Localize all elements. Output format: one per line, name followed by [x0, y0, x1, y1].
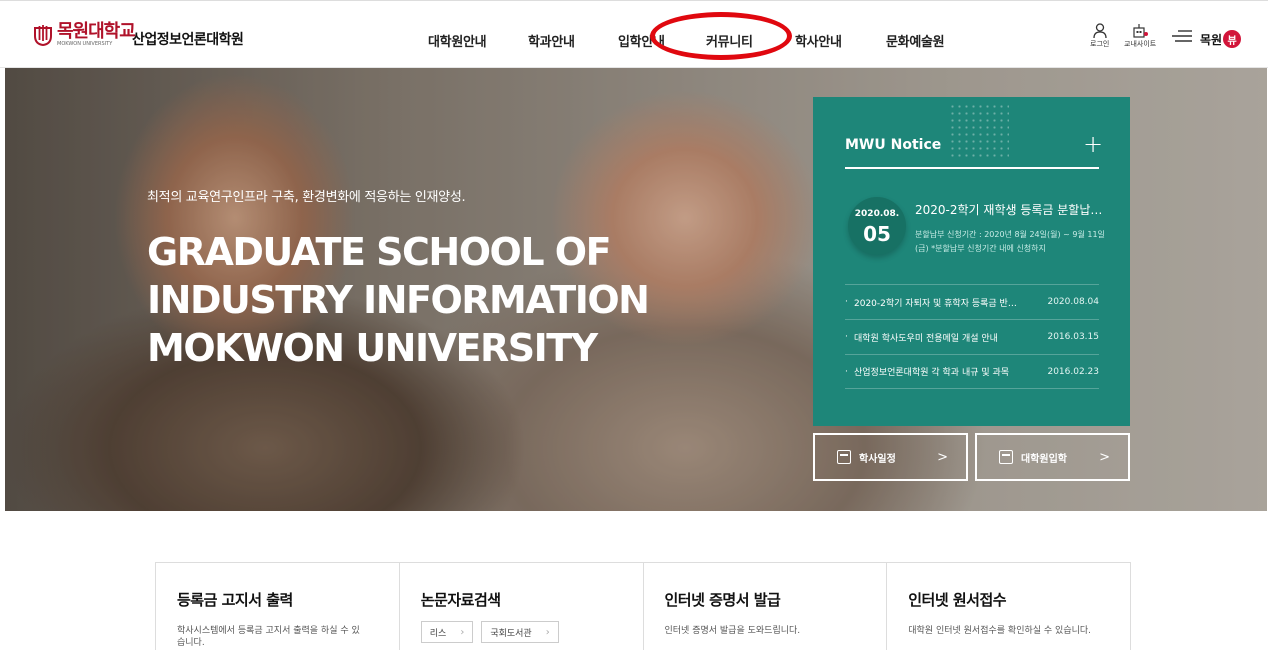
school-name[interactable]: 산업정보언론대학원 [132, 29, 244, 49]
nav-item-culture-arts[interactable]: 문화예술원 [886, 31, 945, 50]
campus-site-label: 교내사이트 [1124, 40, 1157, 48]
chevron-right-icon: › [460, 626, 465, 638]
university-logo[interactable]: 목원대학교 MOKWON UNIVERSITY [33, 21, 136, 47]
hero-title-line: GRADUATE SCHOOL OF [147, 230, 612, 274]
notice-list-item[interactable]: · 2020-2학기 자퇴자 및 휴학자 등록금 반환 안내 2020.08.0… [845, 284, 1099, 319]
campus-site-button[interactable]: 교내사이트 [1124, 23, 1156, 49]
featured-notice-title[interactable]: 2020-2학기 재학생 등록금 분할납부 신청 안내 [915, 201, 1105, 218]
document-icon [999, 450, 1013, 464]
card-online-application[interactable]: 인터넷 원서접수 대학원 인터넷 원서접수를 확인하실 수 있습니다. [887, 563, 1130, 650]
notice-item-title: 2020-2학기 자퇴자 및 휴학자 등록금 반환 안내 [854, 298, 1022, 309]
logo-text: 목원대학교 [57, 21, 136, 42]
card-certificate[interactable]: 인터넷 증명서 발급 인터넷 증명서 발급을 도와드립니다. [644, 563, 888, 650]
menu-icon[interactable] [1172, 30, 1192, 42]
link-label: 리스 [429, 628, 447, 639]
card-thesis-search: 논문자료검색 리스 › 국회도서관 › [400, 563, 644, 650]
logo-subtext: MOKWON UNIVERSITY [57, 41, 113, 47]
graduate-admission-button[interactable]: 대학원입학 > [975, 433, 1130, 481]
notice-divider [845, 167, 1099, 169]
national-assembly-library-link[interactable]: 국회도서관 › [481, 621, 559, 643]
mokwon-label: 목원 [1200, 32, 1223, 47]
login-button[interactable]: 로그인 [1090, 23, 1109, 49]
card-links: 리스 › 국회도서관 › [420, 621, 643, 643]
card-title: 등록금 고지서 출력 [177, 591, 293, 609]
nav-item-departments[interactable]: 학과안내 [528, 31, 575, 50]
notice-item-title: 산업정보언론대학원 각 학과 내규 및 과목 [854, 368, 1010, 378]
notice-heading: MWU Notice [845, 137, 942, 153]
card-desc: 인터넷 증명서 발급을 도와드립니다. [664, 626, 801, 636]
notice-panel: MWU Notice + 2020.08. 05 2020-2학기 재학생 등록… [813, 97, 1130, 426]
chevron-right-icon: > [1099, 449, 1110, 465]
chevron-right-icon: > [937, 449, 948, 465]
featured-date-year-month: 2020.08. [854, 209, 900, 219]
card-tuition-bill[interactable]: 등록금 고지서 출력 학사시스템에서 등록금 고지서 출력을 하실 수 있습니다… [156, 563, 400, 650]
nav-item-academic[interactable]: 학사안내 [795, 31, 842, 50]
chevron-right-icon: › [545, 626, 550, 638]
notice-item-date: 2020.08.04 [1047, 297, 1099, 307]
mokwon-badge: 뷰 [1223, 30, 1242, 48]
bullet-icon: · [845, 332, 848, 342]
card-title: 인터넷 원서접수 [908, 591, 1007, 609]
nav-item-community[interactable]: 커뮤니티 [706, 31, 753, 50]
hero-title-line: MOKWON UNIVERSITY [147, 326, 598, 370]
quick-link-label: 학사일정 [859, 453, 896, 465]
card-title: 인터넷 증명서 발급 [664, 591, 781, 609]
notice-list: · 2020-2학기 자퇴자 및 휴학자 등록금 반환 안내 2020.08.0… [845, 284, 1099, 389]
bullet-icon: · [845, 366, 848, 377]
notice-more-plus-icon[interactable]: + [1083, 130, 1103, 158]
notice-list-item[interactable]: · 산업정보언론대학원 각 학과 내규 및 과목 2016.02.23 [845, 354, 1099, 389]
mokwon-view-button[interactable]: 목원 뷰 [1200, 30, 1242, 48]
academic-calendar-button[interactable]: 학사일정 > [813, 433, 968, 481]
login-label: 로그인 [1090, 40, 1110, 48]
notice-item-date: 2016.03.15 [1047, 332, 1099, 342]
featured-date-day: 05 [863, 222, 891, 246]
quick-link-label: 대학원입학 [1021, 453, 1067, 465]
link-label: 국회도서관 [490, 628, 532, 639]
card-title: 논문자료검색 [420, 591, 501, 609]
card-desc: 학사시스템에서 등록금 고지서 출력을 하실 수 있습니다. [177, 626, 360, 648]
university-emblem-icon [34, 25, 52, 46]
card-desc: 대학원 인터넷 원서접수를 확인하실 수 있습니다. [908, 626, 1092, 636]
riss-link[interactable]: 리스 › [420, 621, 474, 643]
notice-item-date: 2016.02.23 [1047, 366, 1099, 377]
hero-banner: 최적의 교육연구인프라 구축, 환경변화에 적응하는 인재양성. GRADUAT… [5, 68, 1267, 511]
site-header: 목원대학교 MOKWON UNIVERSITY 산업정보언론대학원 대학원안내 … [0, 0, 1268, 68]
nav-item-admission[interactable]: 입학안내 [618, 31, 665, 50]
hero-title-line: INDUSTRY INFORMATION [147, 278, 650, 322]
user-icon [1093, 23, 1107, 38]
hero-subtitle: 최적의 교육연구인프라 구축, 환경변화에 적응하는 인재양성. [147, 190, 466, 205]
nav-item-graduate-info[interactable]: 대학원안내 [428, 31, 487, 50]
dot-pattern-decoration [949, 103, 1009, 158]
building-icon [1133, 24, 1149, 38]
notice-item-title: 대학원 학사도우미 전용메일 개설 안내 [854, 333, 998, 344]
hero-title: GRADUATE SCHOOL OF INDUSTRY INFORMATION … [147, 228, 650, 372]
notice-list-item[interactable]: · 대학원 학사도우미 전용메일 개설 안내 2016.03.15 [845, 319, 1099, 354]
bullet-icon: · [845, 297, 848, 307]
featured-notice-desc: 분할납부 신청기간 : 2020년 8월 24일(월) ~ 9월 11일(금) … [915, 230, 1105, 253]
service-cards: 등록금 고지서 출력 학사시스템에서 등록금 고지서 출력을 하실 수 있습니다… [155, 562, 1131, 650]
calendar-icon [837, 450, 851, 464]
